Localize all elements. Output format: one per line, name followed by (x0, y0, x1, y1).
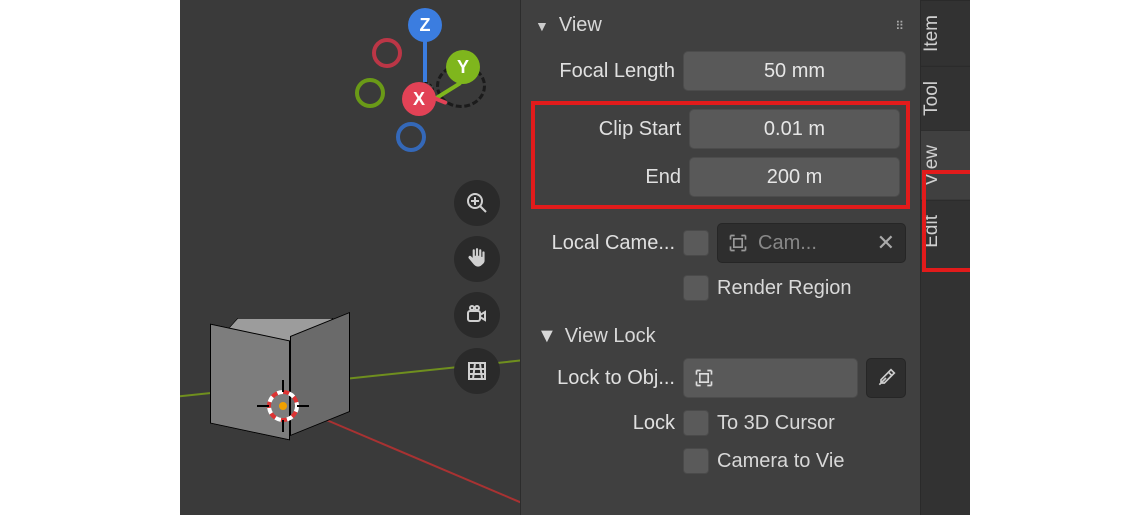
view-lock-title: View Lock (565, 325, 656, 348)
local-camera-checkbox[interactable] (683, 230, 709, 256)
clip-end-label: End (541, 166, 681, 189)
y-axis-button[interactable]: Y (446, 50, 480, 84)
lock-to-object-label: Lock to Obj... (535, 367, 675, 390)
neg-y-axis-icon[interactable] (355, 78, 385, 108)
tab-item[interactable]: Item (921, 0, 970, 66)
focal-length-label: Focal Length (535, 60, 675, 83)
camera-view-button[interactable] (454, 292, 500, 338)
lock-to-cursor-checkbox[interactable] (683, 410, 709, 436)
lock-to-cursor-label: To 3D Cursor (717, 412, 835, 435)
eyedropper-button[interactable] (866, 358, 906, 398)
panel-tabs: Item Tool View Edit (920, 0, 970, 515)
collapse-chevron-icon: ▼ (535, 18, 549, 34)
clear-icon[interactable]: ✕ (877, 230, 895, 256)
neg-z-axis-icon[interactable] (396, 122, 426, 152)
local-camera-label: Local Came... (535, 232, 675, 255)
view-lock-subheader[interactable]: ▼ View Lock (531, 313, 910, 358)
clip-highlight: Clip Start 0.01 m End 200 m (531, 101, 910, 209)
pan-button[interactable] (454, 236, 500, 282)
navigation-gizmo[interactable]: Z Y X (350, 8, 500, 158)
tab-edit[interactable]: Edit (921, 200, 970, 262)
neg-x-axis-icon[interactable] (372, 38, 402, 68)
camera-to-view-label: Camera to Vie (717, 450, 844, 473)
drag-handle-icon[interactable]: ⠿ (895, 19, 906, 33)
x-axis-button[interactable]: X (402, 82, 436, 116)
focal-length-field[interactable]: 50 mm (683, 51, 906, 91)
blender-window: Z Y X (180, 0, 970, 515)
3d-viewport[interactable]: Z Y X (180, 0, 520, 515)
viewport-tool-column (454, 180, 500, 394)
object-icon (694, 368, 714, 388)
tab-tool[interactable]: Tool (921, 66, 970, 130)
collapse-chevron-icon: ▼ (537, 325, 557, 348)
camera-to-view-checkbox[interactable] (683, 448, 709, 474)
view-panel-header[interactable]: ▼ View ⠿ (531, 8, 910, 51)
panel-title: View (559, 14, 602, 37)
lock-to-object-field[interactable] (683, 358, 858, 398)
tab-view[interactable]: View (921, 130, 970, 200)
clip-start-field[interactable]: 0.01 m (689, 109, 900, 149)
zoom-button[interactable] (454, 180, 500, 226)
eyedropper-icon (876, 368, 896, 388)
clip-end-field[interactable]: 200 m (689, 157, 900, 197)
z-axis-button[interactable]: Z (408, 8, 442, 42)
local-camera-object-field[interactable]: Cam... ✕ (717, 223, 906, 263)
clip-start-label: Clip Start (541, 118, 681, 141)
n-panel: ▼ View ⠿ Focal Length 50 mm Clip Start 0… (520, 0, 920, 515)
render-region-checkbox[interactable] (683, 275, 709, 301)
render-region-label: Render Region (717, 277, 852, 300)
object-icon (728, 233, 748, 253)
perspective-toggle-button[interactable] (454, 348, 500, 394)
local-camera-object-name: Cam... (758, 232, 817, 255)
3d-cursor (255, 378, 311, 434)
lock-label: Lock (535, 412, 675, 435)
